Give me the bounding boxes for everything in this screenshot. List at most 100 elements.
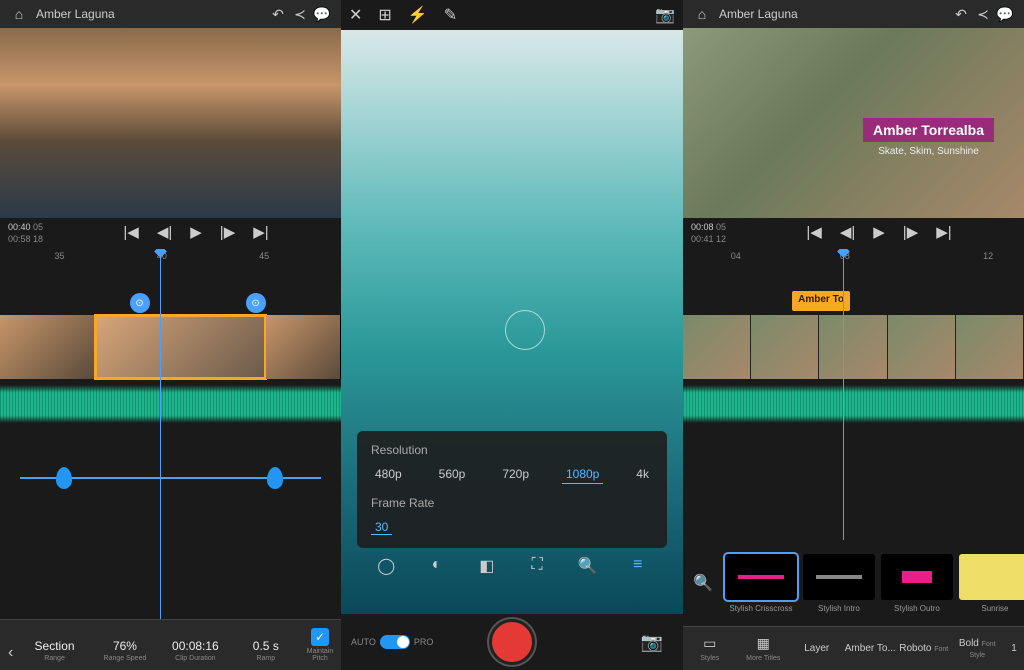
header: ⌂ Amber Laguna ↶ ≺ 💬: [0, 0, 341, 28]
home-icon[interactable]: ⌂: [691, 6, 713, 22]
flash-icon[interactable]: ⚡: [408, 5, 428, 25]
video-clip[interactable]: [683, 315, 751, 379]
check-icon[interactable]: ✓: [311, 628, 329, 646]
exposure-icon[interactable]: ◐: [424, 556, 448, 580]
audio-waveform[interactable]: [683, 385, 1024, 423]
framerate-value[interactable]: 30: [371, 520, 392, 535]
speed-editor-pane: ⌂ Amber Laguna ↶ ≺ 💬 00:40 05 00:58 18 |…: [0, 0, 341, 670]
header: ⌂ Amber Laguna ↶ ≺ 💬: [683, 0, 1024, 28]
speed-anchor[interactable]: ⊙: [246, 293, 266, 313]
transport-controls: |◀ ◀| ▶ |▶ ▶|: [734, 219, 1024, 249]
undo-icon[interactable]: ↶: [950, 6, 972, 23]
camera-icon[interactable]: 📷: [655, 5, 675, 25]
audio-waveform[interactable]: [0, 385, 341, 423]
title-clip[interactable]: Amber To: [792, 291, 850, 311]
font-size-control[interactable]: 1: [1004, 643, 1024, 654]
frame-back-icon[interactable]: ◀|: [157, 223, 172, 241]
close-icon[interactable]: ✕: [349, 5, 362, 25]
font-control[interactable]: Roboto Font: [897, 643, 951, 654]
style-preset[interactable]: Sunrise: [959, 554, 1024, 613]
play-icon[interactable]: ▶: [873, 223, 885, 241]
video-preview[interactable]: [0, 28, 341, 218]
style-preset[interactable]: Stylish Outro: [881, 554, 953, 613]
video-clip[interactable]: [266, 315, 341, 379]
resolution-option[interactable]: 560p: [435, 465, 470, 484]
resolution-option[interactable]: 4k: [632, 465, 653, 484]
clip-strip: [683, 315, 1024, 379]
home-icon[interactable]: ⌂: [8, 6, 30, 22]
frame-fwd-icon[interactable]: |▶: [220, 223, 235, 241]
skip-start-icon[interactable]: |◀: [806, 223, 821, 241]
ramp-control[interactable]: 0.5 s Ramp: [233, 639, 299, 662]
styles-icon: ▭: [683, 635, 737, 652]
maintain-pitch-control[interactable]: ✓ Maintain Pitch: [303, 628, 337, 662]
styles-tab[interactable]: ▭ Styles: [683, 635, 737, 663]
camera-header: ✕ ⊞ ⚡ ✎ 📷: [341, 0, 683, 30]
camera-bottom-bar: AUTO PRO 📷: [341, 614, 683, 670]
video-preview[interactable]: Amber Torrealba Skate, Skim, Sunshine: [683, 28, 1024, 218]
ramp-slider-track: [20, 477, 321, 479]
play-icon[interactable]: ▶: [190, 223, 202, 241]
mode-toggle[interactable]: AUTO PRO: [351, 635, 433, 649]
time-display: 00:08 05 00:41 12: [683, 218, 734, 249]
speed-control[interactable]: 76% Range Speed: [92, 639, 158, 662]
whitebalance-icon[interactable]: ◧: [475, 556, 499, 580]
clip-strip: [0, 315, 341, 379]
title-overlay[interactable]: Amber Torrealba Skate, Skim, Sunshine: [863, 118, 994, 157]
duration-control[interactable]: 00:08:16 Clip Duration: [162, 639, 228, 662]
share-icon[interactable]: ≺: [972, 6, 994, 23]
video-clip[interactable]: [751, 315, 819, 379]
aperture-icon[interactable]: ◯: [374, 556, 398, 580]
subtitle-text: Skate, Skim, Sunshine: [863, 146, 994, 157]
video-clip[interactable]: [819, 315, 887, 379]
camera-pane: ✕ ⊞ ⚡ ✎ 📷 Resolution 480p 560p 720p 1080…: [341, 0, 683, 670]
timeline[interactable]: 35 40 45 ⊙ ⊙: [0, 249, 341, 619]
video-clip[interactable]: [956, 315, 1024, 379]
text-field[interactable]: Amber To...: [844, 643, 898, 654]
skip-end-icon[interactable]: ▶|: [936, 223, 951, 241]
project-title: Amber Laguna: [719, 7, 950, 21]
transport-controls: |◀ ◀| ▶ |▶ ▶|: [51, 219, 341, 249]
video-clip[interactable]: [888, 315, 956, 379]
timeline[interactable]: 04 08 12 Amber To: [683, 249, 1024, 540]
resolution-option[interactable]: 480p: [371, 465, 406, 484]
frame-back-icon[interactable]: ◀|: [840, 223, 855, 241]
font-weight-control[interactable]: Bold Font Style: [951, 638, 1005, 660]
speed-controls-bar: ‹ Section Range 76% Range Speed 00:08:16…: [0, 619, 341, 670]
frame-fwd-icon[interactable]: |▶: [903, 223, 918, 241]
speed-anchor[interactable]: ⊙: [130, 293, 150, 313]
layer-control[interactable]: Layer: [790, 643, 844, 654]
comment-icon[interactable]: 💬: [994, 6, 1016, 23]
search-icon[interactable]: 🔍: [687, 573, 719, 593]
style-preset[interactable]: Stylish Intro: [803, 554, 875, 613]
switch-camera-icon[interactable]: 📷: [641, 632, 663, 653]
toggle-switch-icon[interactable]: [380, 635, 410, 649]
playhead[interactable]: [160, 249, 161, 619]
style-preset[interactable]: Stylish Crisscross: [725, 554, 797, 613]
skip-end-icon[interactable]: ▶|: [253, 223, 268, 241]
share-icon[interactable]: ≺: [289, 6, 311, 23]
back-icon[interactable]: ‹: [4, 644, 17, 662]
undo-icon[interactable]: ↶: [267, 6, 289, 23]
ramp-handle-right[interactable]: [267, 467, 283, 489]
video-clip-selected[interactable]: [95, 315, 266, 379]
camera-viewfinder[interactable]: Resolution 480p 560p 720p 1080p 4k Frame…: [341, 30, 683, 614]
focus-icon[interactable]: ⛶: [525, 556, 549, 580]
ramp-handle-left[interactable]: [56, 467, 72, 489]
settings-icon[interactable]: ≡: [626, 556, 650, 580]
playhead[interactable]: [843, 249, 844, 540]
video-clip[interactable]: [0, 315, 95, 379]
resolution-option[interactable]: 720p: [498, 465, 533, 484]
titles-editor-pane: ⌂ Amber Laguna ↶ ≺ 💬 Amber Torrealba Ska…: [683, 0, 1024, 670]
grid-icon[interactable]: ⊞: [378, 5, 391, 25]
zoom-icon[interactable]: 🔍: [575, 556, 599, 580]
skip-start-icon[interactable]: |◀: [123, 223, 138, 241]
record-button[interactable]: [489, 619, 535, 665]
resolution-label: Resolution: [371, 443, 653, 457]
comment-icon[interactable]: 💬: [311, 6, 333, 23]
more-titles-tab[interactable]: ▦ More Titles: [737, 635, 791, 663]
section-control[interactable]: Section Range: [21, 639, 87, 662]
focus-ring-icon[interactable]: [505, 310, 545, 350]
eyedropper-icon[interactable]: ✎: [444, 5, 457, 25]
resolution-option-selected[interactable]: 1080p: [562, 465, 603, 484]
